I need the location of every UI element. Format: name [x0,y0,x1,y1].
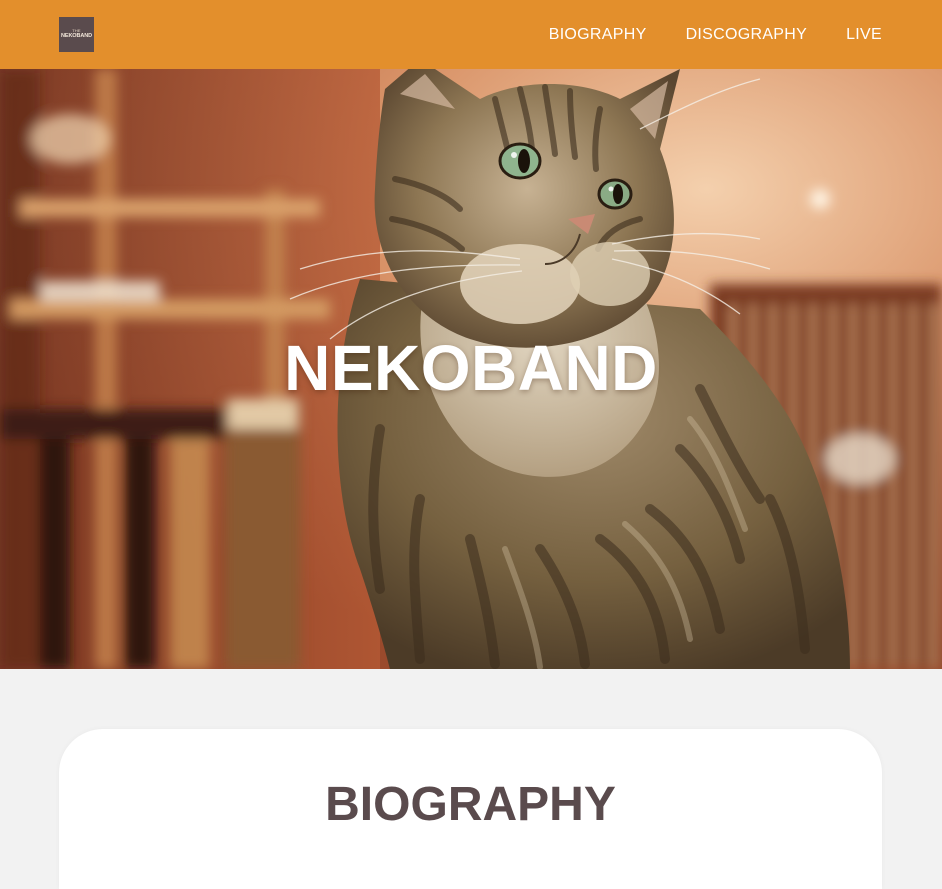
nav-link-discography[interactable]: DISCOGRAPHY [686,26,808,44]
biography-card: BIOGRAPHY [59,729,882,889]
hero-title: NEKOBAND [284,332,658,404]
logo-text: NEKOBAND [61,33,92,39]
site-header: THE NEKOBAND BIOGRAPHY DISCOGRAPHY LIVE [0,0,942,69]
nav-link-live[interactable]: LIVE [846,26,882,44]
main-nav: BIOGRAPHY DISCOGRAPHY LIVE [549,0,882,69]
hero-banner: NEKOBAND [0,69,942,669]
site-logo[interactable]: THE NEKOBAND [59,17,94,52]
nav-link-biography[interactable]: BIOGRAPHY [549,26,647,44]
biography-heading: BIOGRAPHY [325,778,616,831]
